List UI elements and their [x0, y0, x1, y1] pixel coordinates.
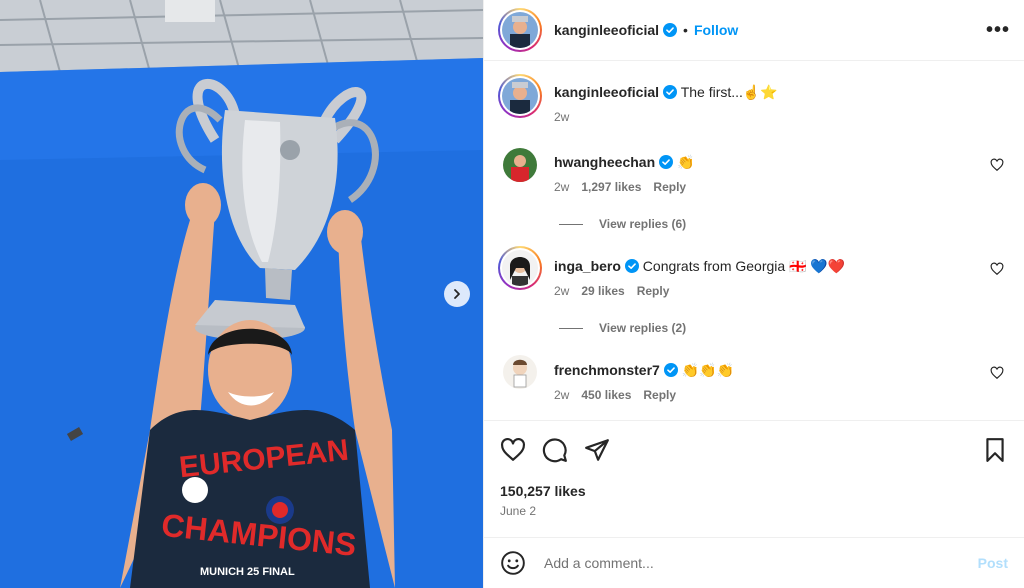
post-actions	[484, 420, 1024, 479]
caption-author-avatar[interactable]	[498, 74, 542, 118]
commenter-avatar-image	[502, 250, 538, 286]
commenter-avatar[interactable]	[503, 148, 537, 182]
replies-divider	[559, 223, 583, 225]
header-separator: •	[683, 22, 688, 38]
comment-likes[interactable]: 1,297 likes	[581, 180, 641, 194]
author-username[interactable]: kanginleeoficial	[554, 22, 659, 38]
post-comment-button[interactable]: Post	[978, 555, 1008, 571]
commenter-avatar[interactable]	[498, 246, 542, 290]
comment-icon[interactable]	[542, 437, 568, 463]
verified-badge-icon	[663, 23, 678, 37]
post-photo-illustration: EUROPEAN CHAMPIONS MUNICH 25 FINAL	[0, 0, 483, 588]
share-icon[interactable]	[584, 437, 610, 463]
post-header: kanginleeoficial • Follow •••	[484, 0, 1024, 61]
comment-text: 👏👏👏	[681, 362, 734, 378]
author-avatar-image	[502, 12, 538, 48]
author-avatar[interactable]	[498, 8, 542, 52]
more-options-icon[interactable]: •••	[986, 19, 1010, 42]
caption-username[interactable]: kanginleeoficial	[554, 84, 659, 100]
comment-username[interactable]: inga_bero	[554, 258, 621, 274]
verified-badge-icon	[663, 363, 678, 377]
comment-input[interactable]	[544, 555, 978, 571]
verified-badge-icon	[663, 85, 678, 99]
view-replies-button[interactable]: View replies (6)	[559, 217, 1010, 231]
comment-composer: Post	[484, 537, 1024, 588]
view-replies-label: View replies (2)	[599, 321, 687, 335]
post-detail-panel: kanginleeoficial • Follow ••• kanginleeo…	[483, 0, 1024, 588]
comments-list[interactable]: kanginleeoficial The first...☝️⭐ 2w hwan…	[484, 62, 1024, 420]
verified-badge-icon	[624, 259, 639, 273]
likes-count[interactable]: 150,257 likes	[500, 483, 586, 499]
caption-emoji: ☝️⭐	[742, 84, 778, 100]
caption-text: The first...	[680, 84, 743, 100]
comment-row: frenchmonster7 👏👏👏 2w 450 likes Reply	[498, 350, 1010, 402]
view-replies-button[interactable]: View replies (2)	[559, 321, 1010, 335]
reply-button[interactable]: Reply	[643, 388, 676, 402]
reply-button[interactable]: Reply	[637, 284, 670, 298]
commenter-avatar[interactable]	[503, 355, 537, 389]
comment-text: 👏	[677, 154, 695, 170]
commenter-avatar-image	[503, 355, 537, 389]
post-date[interactable]: June 2	[500, 504, 536, 518]
verified-badge-icon	[659, 155, 674, 169]
comment-like-heart-icon[interactable]	[990, 366, 1004, 380]
comment-username[interactable]: frenchmonster7	[554, 362, 660, 378]
smiley-icon[interactable]	[500, 550, 526, 576]
caption-time: 2w	[554, 110, 570, 124]
comment-text: Congrats from Georgia 🇬🇪 💙❤️	[642, 258, 846, 274]
comment-time: 2w	[554, 388, 570, 402]
follow-button[interactable]: Follow	[694, 22, 738, 38]
comment-username[interactable]: hwangheechan	[554, 154, 655, 170]
comment-time: 2w	[554, 284, 570, 298]
bookmark-icon[interactable]	[982, 437, 1008, 463]
comment-likes[interactable]: 450 likes	[581, 388, 631, 402]
replies-divider	[559, 327, 583, 329]
view-replies-label: View replies (6)	[599, 217, 687, 231]
caption-row: kanginleeoficial The first...☝️⭐ 2w	[498, 74, 1010, 124]
commenter-avatar-image	[503, 148, 537, 182]
reply-button[interactable]: Reply	[653, 180, 686, 194]
comment-time: 2w	[554, 180, 570, 194]
post-image: EUROPEAN CHAMPIONS MUNICH 25 FINAL	[0, 0, 483, 588]
comment-row: inga_bero Congrats from Georgia 🇬🇪 💙❤️ 2…	[498, 246, 1010, 298]
heart-icon[interactable]	[500, 437, 526, 463]
comment-likes[interactable]: 29 likes	[581, 284, 624, 298]
comment-like-heart-icon[interactable]	[990, 262, 1004, 276]
shirt-text-sub: MUNICH 25 FINAL	[200, 566, 295, 578]
next-image-button[interactable]	[444, 281, 470, 307]
chevron-right-icon	[454, 289, 460, 299]
caption-avatar-image	[502, 78, 538, 114]
comment-row: hwangheechan 👏 2w 1,297 likes Reply	[498, 142, 1010, 194]
comment-like-heart-icon[interactable]	[990, 158, 1004, 172]
